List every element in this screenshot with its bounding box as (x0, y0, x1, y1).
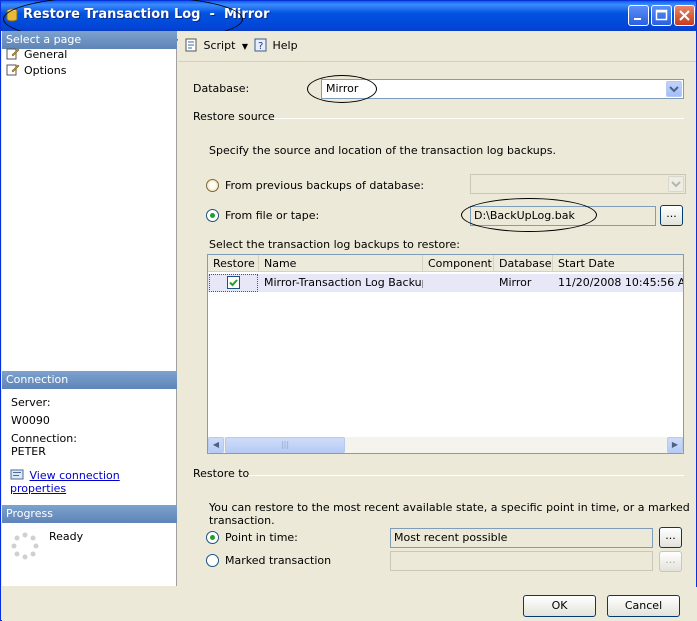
nav-item-general-label: General (24, 48, 68, 61)
connection-header: Connection (2, 371, 177, 389)
select-backups-label: Select the transaction log backups to re… (209, 238, 460, 251)
browse-file-button[interactable]: ... (660, 205, 683, 226)
marked-transaction-radio[interactable] (206, 554, 219, 567)
row-database: Mirror (499, 276, 532, 289)
backup-sets-grid[interactable]: Restore Name Component Database Start Da… (207, 254, 684, 454)
from-file-radio[interactable] (206, 209, 219, 222)
server-label: Server: (11, 396, 51, 409)
table-row[interactable]: Mirror-Transaction Log Backup Mirror 11/… (208, 274, 683, 292)
help-icon: ? (254, 38, 267, 52)
marked-transaction-browse-button[interactable]: ... (659, 551, 682, 572)
view-connection-link[interactable]: View connection properties (10, 469, 120, 495)
title-bar[interactable]: Restore Transaction Log - Mirror (1, 1, 696, 31)
progress-header: Progress (2, 505, 177, 523)
point-in-time-browse-button[interactable]: ... (659, 527, 682, 548)
from-previous-radio[interactable] (206, 179, 219, 192)
file-path-field[interactable]: D:\BackUpLog.bak (470, 206, 656, 226)
dialog-button-bar: OK Cancel (2, 587, 697, 621)
restore-to-divider (248, 475, 684, 476)
scroll-thumb[interactable]: ||| (225, 437, 345, 453)
help-label: Help (272, 39, 298, 52)
help-button[interactable]: ? Help (253, 38, 298, 52)
row-start-date: 11/20/2008 10:45:56 AM (558, 276, 683, 289)
view-connection-properties[interactable]: View connection properties (10, 468, 176, 495)
nav-item-options[interactable]: Options (6, 63, 66, 79)
window-title: Restore Transaction Log - Mirror (23, 7, 270, 22)
from-previous-label: From previous backups of database: (225, 179, 425, 192)
svg-text:?: ? (258, 41, 263, 52)
nav-item-general[interactable]: General (6, 47, 67, 63)
connection-properties-icon (10, 469, 24, 480)
grid-horizontal-scrollbar[interactable]: ◀ ||| ▶ (208, 437, 683, 453)
minimize-button[interactable] (628, 5, 649, 26)
previous-backups-combo[interactable] (470, 174, 686, 194)
column-restore[interactable]: Restore (208, 255, 259, 272)
scroll-left-icon[interactable]: ◀ (208, 437, 224, 453)
checkmark-icon (229, 279, 238, 287)
database-icon (6, 8, 18, 22)
restore-checkbox[interactable] (227, 276, 240, 289)
close-button[interactable] (674, 5, 695, 26)
database-label: Database: (193, 82, 250, 95)
page-icon (6, 48, 20, 60)
maximize-icon (655, 9, 668, 21)
column-database[interactable]: Database (494, 255, 553, 272)
server-value: W0090 (11, 414, 50, 427)
minimize-icon (634, 18, 641, 20)
chevron-down-icon[interactable]: ▼ (242, 42, 248, 51)
chevron-down-icon (668, 176, 684, 192)
script-label: Script (203, 39, 236, 52)
progress-status: Ready (49, 530, 84, 543)
column-start-date[interactable]: Start Date (553, 255, 683, 272)
restore-dialog: Restore Transaction Log - Mirror Select … (0, 0, 697, 621)
script-icon (185, 38, 197, 52)
page-icon (6, 64, 20, 76)
connection-label: Connection: (11, 432, 77, 445)
restore-source-desc: Specify the source and location of the t… (209, 144, 556, 157)
maximize-button[interactable] (651, 5, 672, 26)
column-name[interactable]: Name (259, 255, 423, 272)
progress-spinner-icon (11, 532, 39, 560)
from-file-label: From file or tape: (225, 209, 320, 222)
scroll-right-icon[interactable]: ▶ (667, 437, 683, 453)
close-icon (679, 10, 690, 21)
row-name: Mirror-Transaction Log Backup (264, 276, 423, 289)
ok-button[interactable]: OK (523, 595, 596, 617)
column-component[interactable]: Component (423, 255, 494, 272)
point-in-time-radio[interactable] (206, 531, 219, 544)
restore-source-divider (272, 118, 684, 119)
database-value: Mirror (326, 82, 359, 95)
row-component (423, 274, 494, 292)
point-in-time-field[interactable]: Most recent possible (390, 528, 653, 548)
general-page: Database: Mirror Restore source Specify … (178, 61, 696, 588)
database-combo[interactable]: Mirror (321, 79, 684, 99)
nav-item-options-label: Options (24, 64, 67, 77)
chevron-down-icon[interactable] (666, 81, 682, 97)
restore-to-desc: You can restore to the most recent avail… (209, 501, 690, 527)
connection-value: PETER (11, 445, 46, 458)
restore-to-label: Restore to (193, 467, 250, 480)
marked-transaction-label: Marked transaction (225, 554, 332, 567)
cancel-button[interactable]: Cancel (607, 595, 680, 617)
grid-header: Restore Name Component Database Start Da… (208, 255, 683, 272)
restore-source-label: Restore source (193, 110, 275, 123)
marked-transaction-field[interactable] (390, 551, 653, 571)
point-in-time-label: Point in time: (225, 531, 298, 544)
script-button[interactable]: Script ▼ (184, 38, 248, 52)
left-panel: Select a page General Options Connection… (2, 31, 177, 586)
toolbar: Script ▼ ? Help (178, 31, 696, 59)
